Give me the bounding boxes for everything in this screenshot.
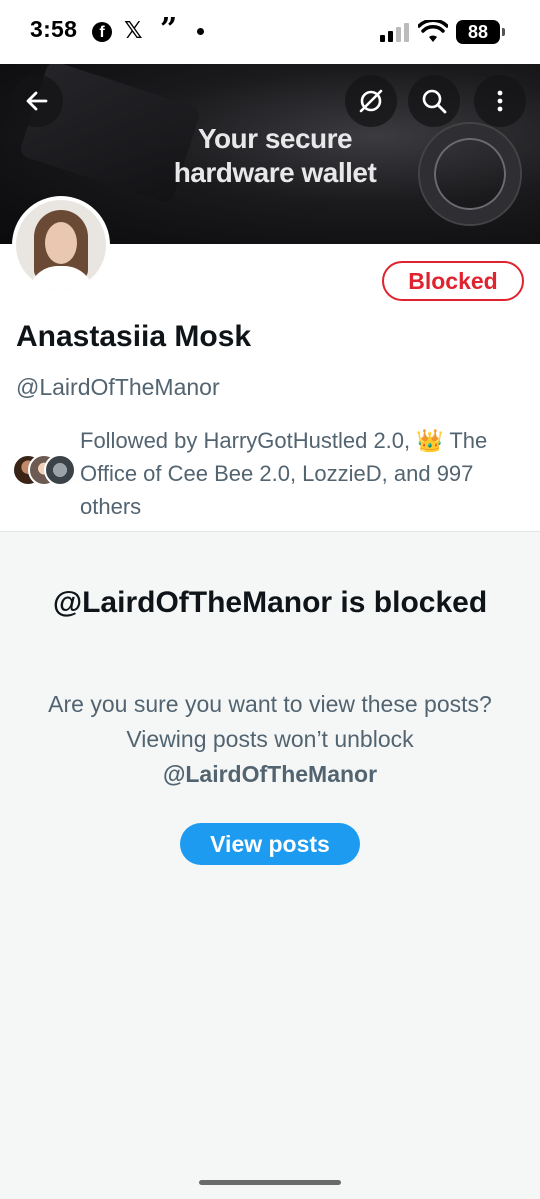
status-bar: 3:58 f 𝕏 ” 88 bbox=[0, 0, 540, 64]
blocked-notice: @LairdOfTheManor is blocked Are you sure… bbox=[0, 532, 540, 1199]
signal-icon bbox=[380, 22, 410, 42]
x-icon: 𝕏 bbox=[124, 17, 143, 43]
search-button[interactable] bbox=[408, 75, 460, 127]
grok-icon bbox=[359, 89, 383, 113]
more-options-button[interactable] bbox=[474, 75, 526, 127]
back-arrow-icon bbox=[26, 91, 48, 111]
home-indicator[interactable] bbox=[199, 1180, 341, 1185]
blocked-button[interactable]: Blocked bbox=[382, 261, 524, 301]
view-posts-button[interactable]: View posts bbox=[180, 823, 360, 865]
profile-handle: @LairdOfTheManor bbox=[16, 374, 220, 400]
search-icon bbox=[422, 89, 447, 114]
avatar-image bbox=[16, 200, 106, 290]
notification-dot-icon bbox=[197, 28, 204, 35]
banner-ring-graphic bbox=[403, 107, 537, 241]
more-vertical-icon bbox=[497, 90, 503, 112]
grok-button[interactable] bbox=[345, 75, 397, 127]
banner-headline: Your secure hardware wallet bbox=[150, 122, 400, 190]
followed-by-text[interactable]: Followed by HarryGotHustled 2.0, 👑 The O… bbox=[80, 424, 530, 523]
facebook-icon: f bbox=[92, 22, 112, 42]
banner-line-2: hardware wallet bbox=[173, 157, 377, 188]
status-time: 3:58 bbox=[30, 16, 78, 42]
back-button[interactable] bbox=[11, 75, 63, 127]
battery-icon: 88 bbox=[456, 20, 500, 44]
quote-icon: ” bbox=[160, 12, 178, 47]
banner-line-1: Your secure bbox=[197, 123, 353, 154]
blocked-title: @LairdOfTheManor is blocked bbox=[52, 586, 488, 619]
battery-tip bbox=[502, 28, 505, 36]
blocked-description-handle: @LairdOfTheManor bbox=[162, 761, 378, 787]
profile-avatar[interactable] bbox=[12, 196, 110, 294]
profile-name: Anastasiia Mosk bbox=[16, 320, 252, 353]
followers-you-know-avatars[interactable] bbox=[12, 454, 76, 490]
follower-avatar bbox=[44, 454, 76, 486]
wifi-icon bbox=[418, 20, 448, 42]
blocked-description: Are you sure you want to view these post… bbox=[30, 687, 510, 792]
blocked-description-text: Are you sure you want to view these post… bbox=[48, 691, 492, 752]
